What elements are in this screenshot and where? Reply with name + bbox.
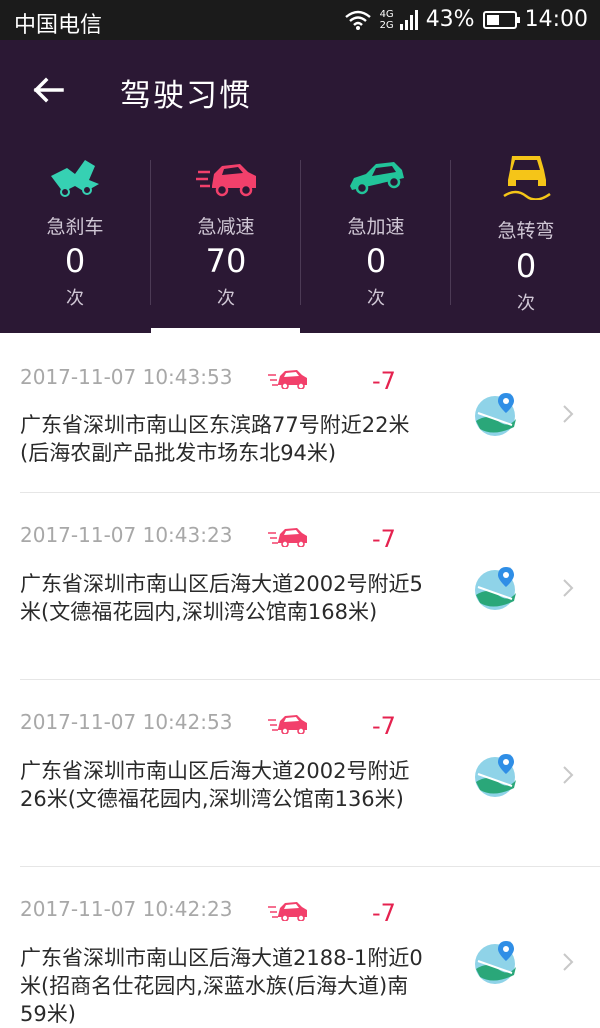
stat-value: 0 bbox=[515, 247, 537, 285]
stat-unit: 次 bbox=[66, 288, 84, 309]
clock: 14:00 bbox=[524, 7, 588, 32]
record-score: -7 bbox=[372, 712, 396, 740]
sharp-turn-icon bbox=[503, 156, 551, 200]
hard-decel-icon bbox=[268, 715, 307, 734]
hard-accel-icon bbox=[350, 162, 404, 195]
stats-tabs: 急刹车 0 次 急减速 70 次 急加速 0 次 急转弯 0 次 bbox=[0, 152, 600, 314]
tab-hard-decel[interactable]: 急减速 70 次 bbox=[151, 152, 301, 312]
battery-percent: 43% bbox=[425, 7, 475, 32]
record-address: 广东省深圳市南山区后海大道2002号附近5米(文德福花园内,深圳湾公馆南168米… bbox=[20, 572, 423, 624]
record-address: 广东省深圳市南山区后海大道2188-1附近0米(招商名仕花园内,深蓝水族(后海大… bbox=[20, 946, 423, 1026]
header: 驾驶习惯 急刹车 0 次 急减速 70 次 急加速 0 次 急转弯 0 次 bbox=[0, 40, 600, 333]
status-icons: 4G 2G 43% 14:00 bbox=[344, 7, 588, 32]
map-location-icon[interactable] bbox=[472, 939, 518, 985]
stat-label: 急减速 bbox=[197, 216, 255, 238]
stat-unit: 次 bbox=[367, 288, 385, 309]
record-score: -7 bbox=[372, 525, 396, 553]
stat-label: 急转弯 bbox=[497, 220, 555, 242]
stat-value: 0 bbox=[64, 242, 86, 280]
record-time: 2017-11-07 10:42:23 bbox=[20, 897, 233, 921]
record-time: 2017-11-07 10:43:23 bbox=[20, 523, 233, 547]
list-item[interactable]: 2017-11-07 10:43:53 -7 广东省深圳市南山区东滨路77号附近… bbox=[0, 333, 600, 493]
tab-sharp-turn[interactable]: 急转弯 0 次 bbox=[451, 152, 600, 314]
hard-brake-icon bbox=[51, 160, 99, 197]
arrow-left-icon[interactable] bbox=[28, 70, 68, 110]
record-address: 广东省深圳市南山区后海大道2002号附近26米(文德福花园内,深圳湾公馆南136… bbox=[20, 759, 410, 811]
hard-decel-icon bbox=[268, 528, 307, 547]
status-bar: 中国电信 4G 2G 43% 14:00 bbox=[0, 0, 600, 40]
stat-value: 70 bbox=[205, 242, 247, 280]
stat-label: 急刹车 bbox=[46, 216, 104, 238]
signal-icon bbox=[399, 9, 418, 30]
list-item[interactable]: 2017-11-07 10:42:23 -7 广东省深圳市南山区后海大道2188… bbox=[0, 867, 600, 1026]
record-time: 2017-11-07 10:43:53 bbox=[20, 365, 233, 389]
tab-hard-accel[interactable]: 急加速 0 次 bbox=[301, 152, 451, 312]
record-time: 2017-11-07 10:42:53 bbox=[20, 710, 233, 734]
list-item[interactable]: 2017-11-07 10:43:23 -7 广东省深圳市南山区后海大道2002… bbox=[0, 493, 600, 679]
chevron-right-icon[interactable] bbox=[560, 403, 576, 425]
map-location-icon[interactable] bbox=[472, 752, 518, 798]
chevron-right-icon[interactable] bbox=[560, 951, 576, 973]
stat-label: 急加速 bbox=[347, 216, 405, 238]
hard-decel-icon bbox=[196, 164, 256, 197]
chevron-right-icon[interactable] bbox=[560, 577, 576, 599]
map-location-icon[interactable] bbox=[472, 565, 518, 611]
record-score: -7 bbox=[372, 899, 396, 927]
stat-unit: 次 bbox=[517, 293, 535, 314]
tab-hard-brake[interactable]: 急刹车 0 次 bbox=[0, 152, 150, 312]
record-address: 广东省深圳市南山区东滨路77号附近22米(后海农副产品批发市场东北94米) bbox=[20, 413, 410, 465]
carrier-name: 中国电信 bbox=[14, 13, 103, 38]
stat-unit: 次 bbox=[217, 288, 235, 309]
record-score: -7 bbox=[372, 367, 396, 395]
network-type: 4G 2G bbox=[379, 8, 394, 31]
hard-decel-icon bbox=[268, 370, 307, 389]
chevron-right-icon[interactable] bbox=[560, 764, 576, 786]
hard-decel-icon bbox=[268, 902, 307, 921]
battery-icon bbox=[482, 10, 520, 29]
wifi-icon bbox=[344, 10, 371, 30]
list-item[interactable]: 2017-11-07 10:42:53 -7 广东省深圳市南山区后海大道2002… bbox=[0, 680, 600, 866]
page-title: 驾驶习惯 bbox=[120, 78, 252, 114]
map-location-icon[interactable] bbox=[472, 391, 518, 437]
stat-value: 0 bbox=[365, 242, 387, 280]
